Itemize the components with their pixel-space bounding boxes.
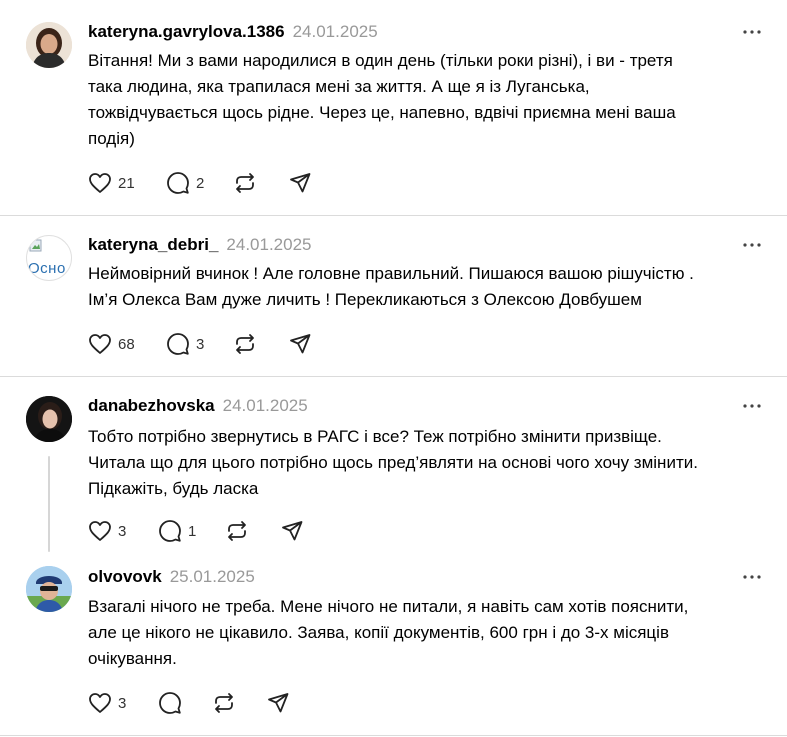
like-button[interactable]: 3 xyxy=(88,518,126,544)
like-count: 68 xyxy=(118,335,135,353)
more-icon xyxy=(743,575,761,579)
comment-text: Тобто потрібно звернутись в РАГС і все? … xyxy=(88,424,768,502)
comment-icon xyxy=(167,333,189,355)
heart-icon xyxy=(89,693,111,713)
share-button[interactable] xyxy=(266,690,290,716)
share-button[interactable] xyxy=(280,518,304,544)
repost-icon xyxy=(215,693,233,713)
text-line: Неймовірний вчинок ! Але головне правиль… xyxy=(88,264,694,283)
like-count: 3 xyxy=(118,694,127,712)
replies-feed: kateryna.gavrylova.1386 24.01.2025 Вітанн… xyxy=(0,0,787,737)
repost-button[interactable] xyxy=(225,518,249,544)
heart-icon xyxy=(89,521,111,541)
share-icon xyxy=(282,521,303,541)
comment-date: 24.01.2025 xyxy=(226,235,312,254)
text-line: подія) xyxy=(88,129,135,148)
avatar[interactable]: Осно xyxy=(26,235,72,281)
like-count: 21 xyxy=(118,174,135,192)
like-count: 3 xyxy=(118,522,127,540)
comment-date: 24.01.2025 xyxy=(292,22,378,41)
more-icon xyxy=(743,243,761,247)
repost-icon xyxy=(236,334,254,354)
share-icon xyxy=(290,173,311,193)
more-options-button[interactable] xyxy=(742,25,762,37)
text-line: але це нікого не цікавило. Заява, копії … xyxy=(88,623,669,642)
comment-date: 24.01.2025 xyxy=(222,396,308,415)
comment: olvovovk 25.01.2025 Взагалі нічого не тре… xyxy=(0,556,787,737)
reply-count: 2 xyxy=(196,174,205,192)
reply-button[interactable] xyxy=(158,690,188,716)
comment-icon xyxy=(159,520,181,542)
text-line: Взагалі нічого не треба. Мене нічого не … xyxy=(88,597,689,616)
comment-text: Вітання! Ми з вами народилися в один ден… xyxy=(88,48,768,152)
text-line: Вітання! Ми з вами народилися в один ден… xyxy=(88,51,673,70)
more-icon xyxy=(743,30,761,34)
like-button[interactable]: 68 xyxy=(88,331,135,357)
username-link[interactable]: kateryna_debri_ xyxy=(88,235,218,254)
comment-text: Взагалі нічого не треба. Мене нічого не … xyxy=(88,594,768,672)
repost-icon xyxy=(236,173,254,193)
profile-photo xyxy=(26,22,72,68)
heart-icon xyxy=(89,173,111,193)
profile-photo xyxy=(26,396,72,442)
like-button[interactable]: 21 xyxy=(88,170,135,196)
comment-text: Неймовірний вчинок ! Але головне правиль… xyxy=(88,261,768,313)
username-link[interactable]: olvovovk xyxy=(88,567,162,586)
text-line: така людина, яка трапилася мені за життя… xyxy=(88,77,590,96)
avatar[interactable] xyxy=(26,22,72,68)
reply-count: 3 xyxy=(196,335,205,353)
username-link[interactable]: kateryna.gavrylova.1386 xyxy=(88,22,285,41)
repost-icon xyxy=(228,521,246,541)
more-options-button[interactable] xyxy=(742,238,762,250)
profile-photo xyxy=(26,566,72,612)
comment-header: kateryna.gavrylova.1386 24.01.2025 xyxy=(88,22,378,42)
comment-date: 25.01.2025 xyxy=(169,567,255,586)
more-options-button[interactable] xyxy=(742,570,762,582)
avatar[interactable] xyxy=(26,396,72,442)
avatar[interactable] xyxy=(26,566,72,612)
reply-count: 1 xyxy=(188,522,197,540)
avatar-alt-text: Осно xyxy=(28,260,66,277)
like-button[interactable]: 3 xyxy=(88,690,126,716)
reply-button[interactable]: 3 xyxy=(166,331,204,357)
reply-button[interactable]: 2 xyxy=(166,170,204,196)
share-icon xyxy=(268,693,289,713)
comment-icon xyxy=(167,172,189,194)
comment-icon xyxy=(159,692,181,714)
share-icon xyxy=(290,334,311,354)
text-line: Тобто потрібно звернутись в РАГС і все? … xyxy=(88,427,662,446)
repost-button[interactable] xyxy=(233,331,257,357)
more-options-button[interactable] xyxy=(742,399,762,411)
comment-header: kateryna_debri_ 24.01.2025 xyxy=(88,235,312,255)
repost-button[interactable] xyxy=(212,690,236,716)
comment: Осно kateryna_debri_ 24.01.2025 Неймовірн… xyxy=(0,215,787,376)
comment: kateryna.gavrylova.1386 24.01.2025 Вітанн… xyxy=(0,0,787,215)
reply-button[interactable]: 1 xyxy=(158,518,196,544)
text-line: Підкажіть, будь ласка xyxy=(88,479,259,498)
text-line: Читала що для цього потрібно щось пред’я… xyxy=(88,453,698,472)
text-line: Ім’я Олекса Вам дуже личить ! Перекликаю… xyxy=(88,290,642,309)
username-link[interactable]: danabezhovska xyxy=(88,396,215,415)
comment-header: olvovovk 25.01.2025 xyxy=(88,567,255,587)
comment: danabezhovska 24.01.2025 Тобто потрібно з… xyxy=(0,376,787,556)
divider xyxy=(0,735,787,736)
heart-icon xyxy=(89,334,111,354)
text-line: тожвідчувається щось рідне. Через це, на… xyxy=(88,103,676,122)
more-icon xyxy=(743,404,761,408)
comment-header: danabezhovska 24.01.2025 xyxy=(88,396,308,416)
share-button[interactable] xyxy=(288,170,312,196)
repost-button[interactable] xyxy=(233,170,257,196)
share-button[interactable] xyxy=(288,331,312,357)
text-line: очікування. xyxy=(88,649,177,668)
thread-line xyxy=(48,456,50,552)
